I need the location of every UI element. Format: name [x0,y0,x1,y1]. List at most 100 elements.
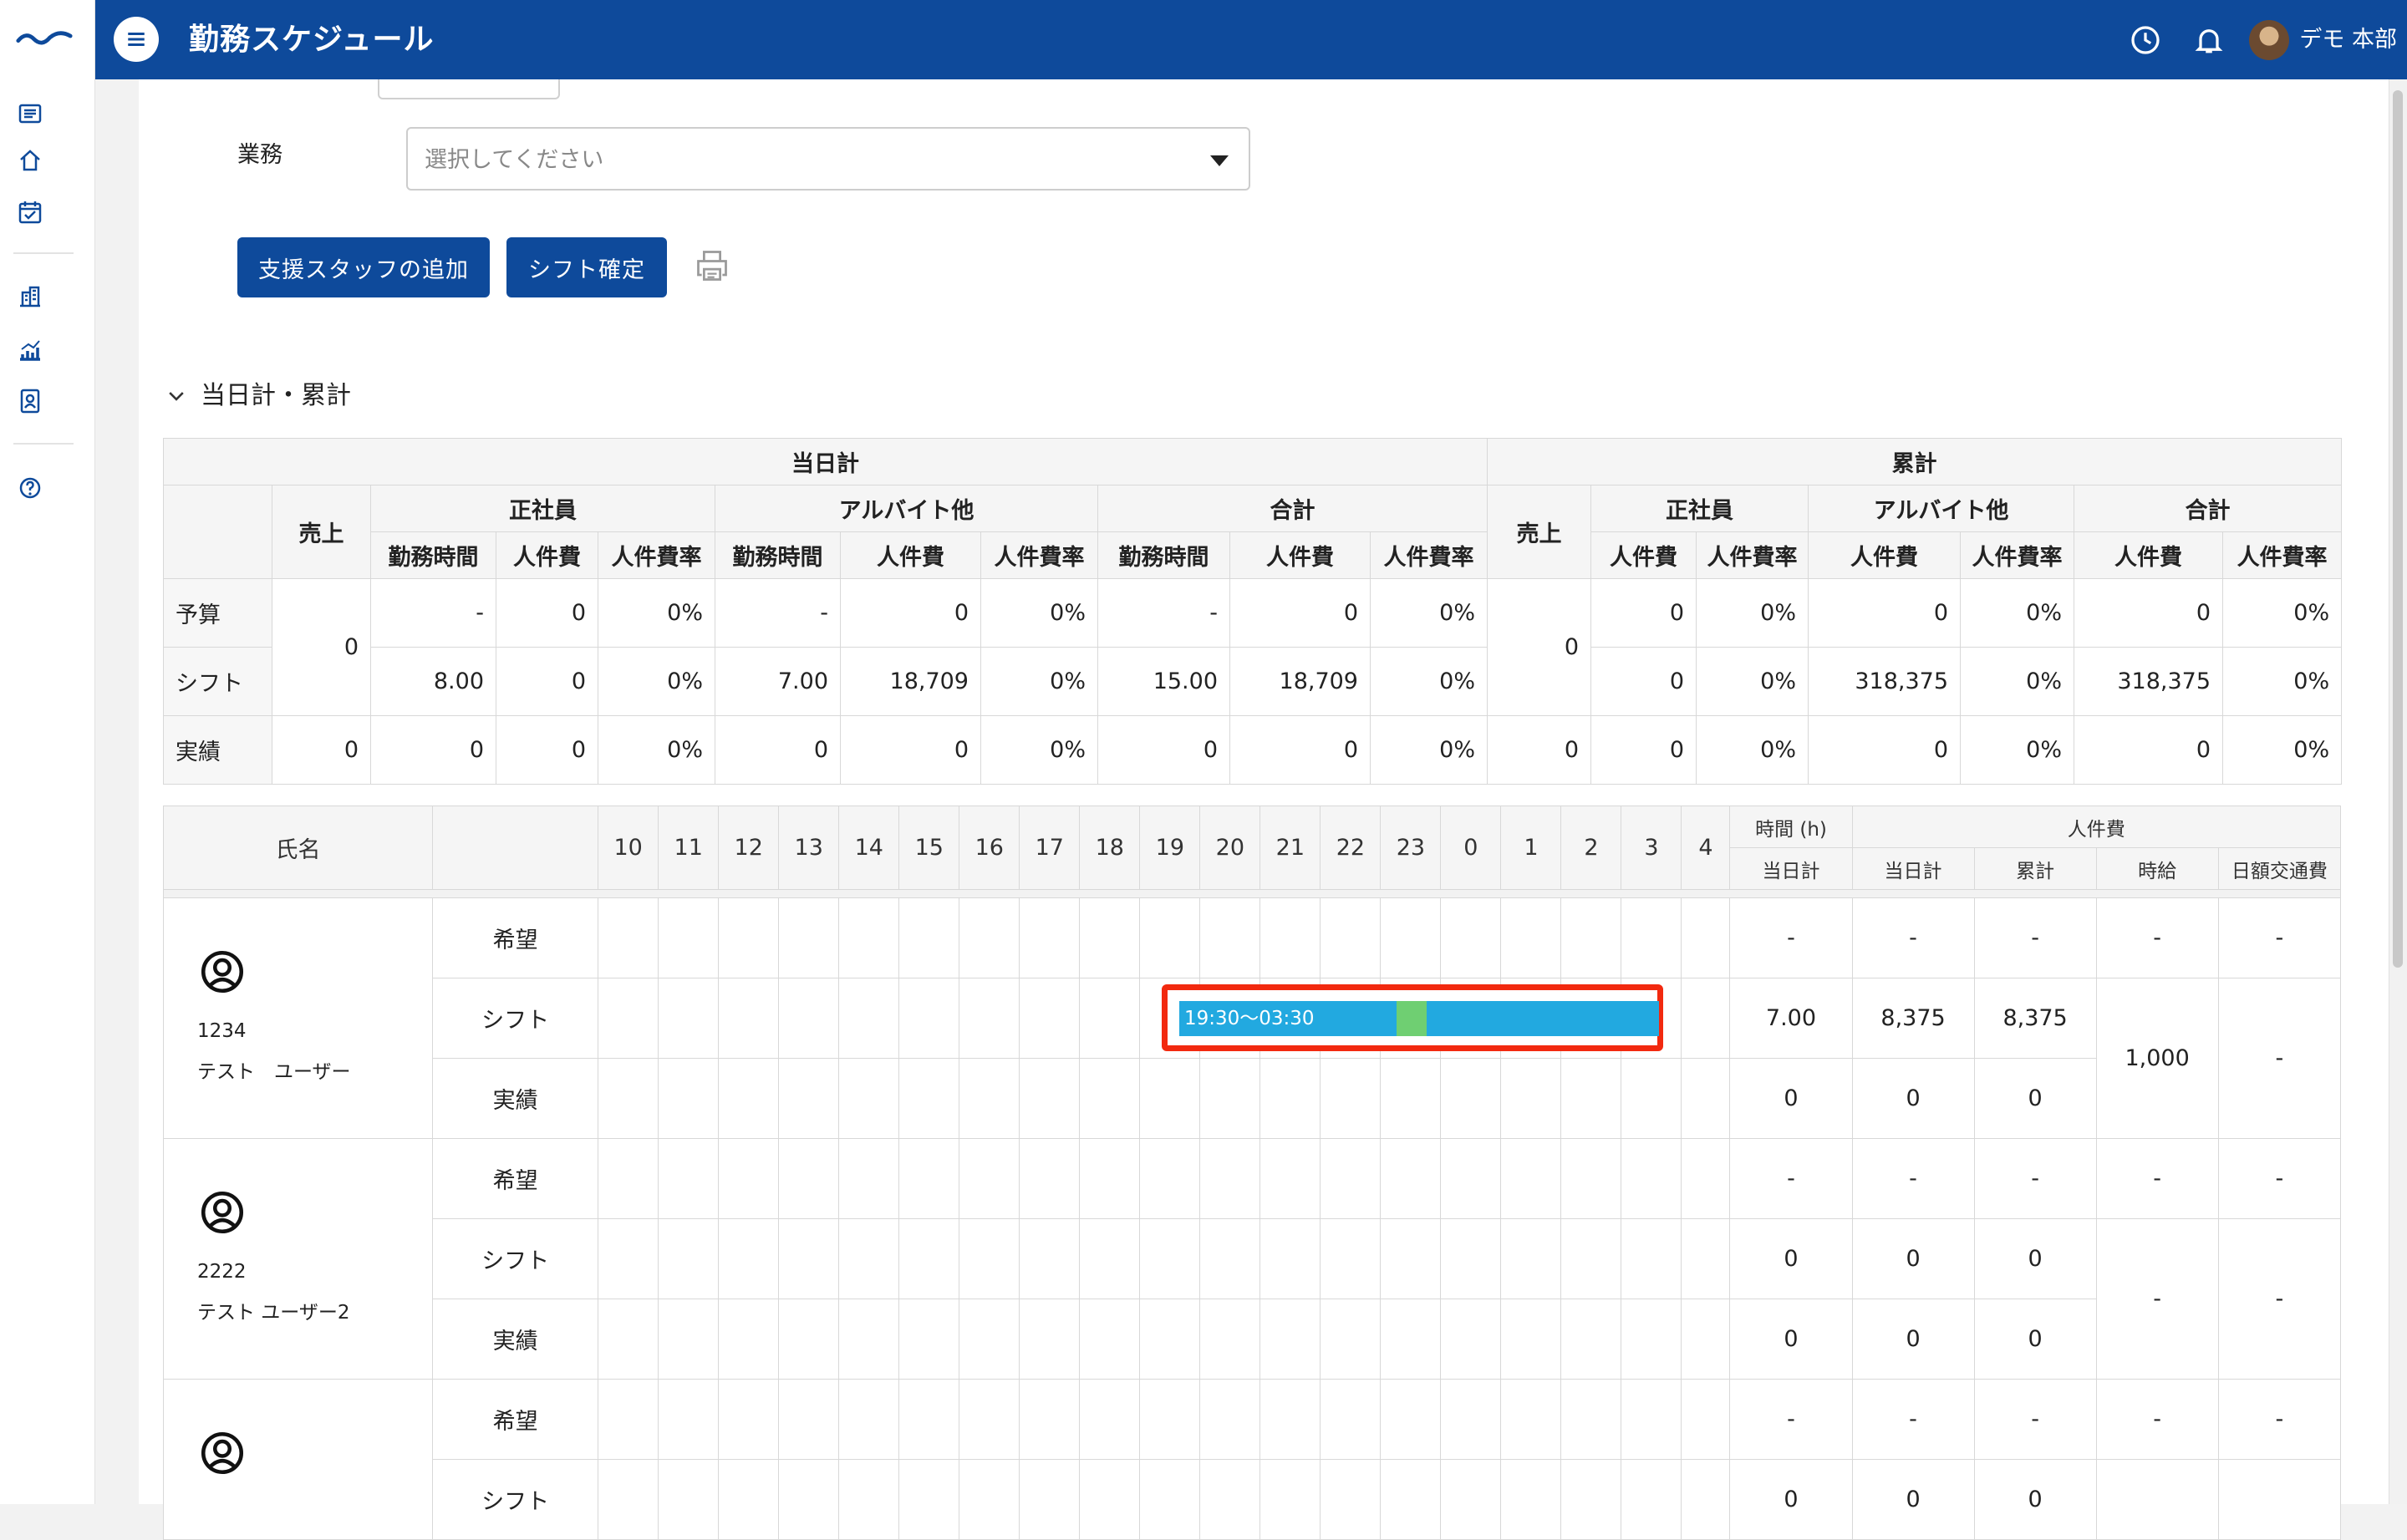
slot[interactable] [1500,897,1562,978]
slot[interactable] [1681,1058,1731,1139]
hamburger-menu-button[interactable] [114,17,159,62]
slot[interactable] [1259,1299,1321,1380]
slot[interactable] [959,1379,1020,1460]
logo-icon[interactable] [13,20,75,53]
slot[interactable] [1560,1138,1622,1219]
confirm-shift-button[interactable]: シフト確定 [506,237,667,297]
slot[interactable] [1259,1218,1321,1299]
slot[interactable] [1079,1379,1141,1460]
slot[interactable] [1560,897,1622,978]
slot[interactable] [838,897,900,978]
slot[interactable] [1500,1299,1562,1380]
chart-bar-icon[interactable] [13,333,47,366]
slot[interactable] [1500,1058,1562,1139]
slot[interactable] [1259,1459,1321,1540]
summary-section-toggle[interactable]: 当日計・累計 [165,379,351,413]
slot[interactable] [1019,1299,1081,1380]
slot[interactable] [838,1058,900,1139]
slot[interactable] [898,978,960,1059]
list-icon[interactable] [13,97,47,130]
slot[interactable] [718,1218,780,1299]
slot[interactable] [598,1138,659,1219]
slot[interactable] [1380,1299,1442,1380]
slot[interactable] [1019,1218,1081,1299]
slot[interactable] [1199,1058,1261,1139]
slot[interactable] [598,978,659,1059]
print-icon[interactable] [694,247,730,284]
employee-cell[interactable]: 2222 テスト ユーザー2 [162,1138,434,1380]
slot[interactable] [658,1299,720,1380]
slot[interactable] [1019,1379,1081,1460]
slot[interactable] [1560,1218,1622,1299]
slot[interactable] [1019,1459,1081,1540]
slot[interactable] [1139,1138,1201,1219]
slot[interactable] [1320,1218,1382,1299]
employee-cell[interactable] [162,1379,434,1540]
scrollbar-thumb[interactable] [2393,90,2403,968]
slot[interactable] [598,1218,659,1299]
slot[interactable] [1079,1459,1141,1540]
slot[interactable] [1440,1058,1502,1139]
slot[interactable] [959,1138,1020,1219]
slot[interactable] [1440,1379,1502,1460]
task-select[interactable]: 選択してください [406,127,1250,191]
slot[interactable] [718,978,780,1059]
slot[interactable] [778,1058,840,1139]
user-name[interactable]: デモ 本部 [2299,23,2397,57]
slot[interactable] [898,1138,960,1219]
slot[interactable] [1019,1058,1081,1139]
slot[interactable] [598,1299,659,1380]
slot[interactable] [1019,978,1081,1059]
slot[interactable] [1681,1299,1731,1380]
slot[interactable] [1320,1379,1382,1460]
slot[interactable] [1320,1299,1382,1380]
slot[interactable] [598,897,659,978]
slot[interactable] [1380,1058,1442,1139]
slot[interactable] [1320,897,1382,978]
slot[interactable] [598,1459,659,1540]
id-card-icon[interactable] [13,384,47,418]
break-segment[interactable] [1397,1001,1427,1036]
slot[interactable] [1079,1218,1141,1299]
slot[interactable] [838,978,900,1059]
slot[interactable] [658,1218,720,1299]
slot[interactable] [1380,1218,1442,1299]
slot[interactable] [959,1058,1020,1139]
slot[interactable] [959,978,1020,1059]
slot[interactable] [1621,1299,1682,1380]
slot[interactable] [1259,1058,1321,1139]
employee-cell[interactable]: 1234 テスト ユーザー [162,897,434,1139]
slot[interactable] [898,1218,960,1299]
slot[interactable] [1199,1299,1261,1380]
slot[interactable] [1380,1459,1442,1540]
slot[interactable] [959,1459,1020,1540]
slot[interactable] [1139,1218,1201,1299]
slot[interactable] [1259,1138,1321,1219]
slot[interactable] [1320,1459,1382,1540]
slot[interactable] [898,897,960,978]
bell-icon[interactable] [2186,17,2232,64]
slot[interactable] [658,978,720,1059]
slot[interactable] [658,1058,720,1139]
slot[interactable] [1500,1138,1562,1219]
slot[interactable] [718,1058,780,1139]
slot[interactable] [1681,1459,1731,1540]
slot[interactable] [1079,897,1141,978]
slot[interactable] [1079,1299,1141,1380]
avatar[interactable] [2249,20,2290,60]
slot[interactable] [1621,897,1682,978]
slot[interactable] [778,1299,840,1380]
slot[interactable] [1199,897,1261,978]
slot[interactable] [658,897,720,978]
slot[interactable] [718,1138,780,1219]
slot[interactable] [718,1379,780,1460]
slot[interactable] [838,1299,900,1380]
slot[interactable] [1440,1138,1502,1219]
help-icon[interactable] [13,471,47,505]
slot[interactable] [1259,1379,1321,1460]
slot[interactable] [1500,1379,1562,1460]
slot[interactable] [658,1379,720,1460]
slot[interactable] [718,1299,780,1380]
slot[interactable] [1259,897,1321,978]
slot[interactable] [1440,1459,1502,1540]
